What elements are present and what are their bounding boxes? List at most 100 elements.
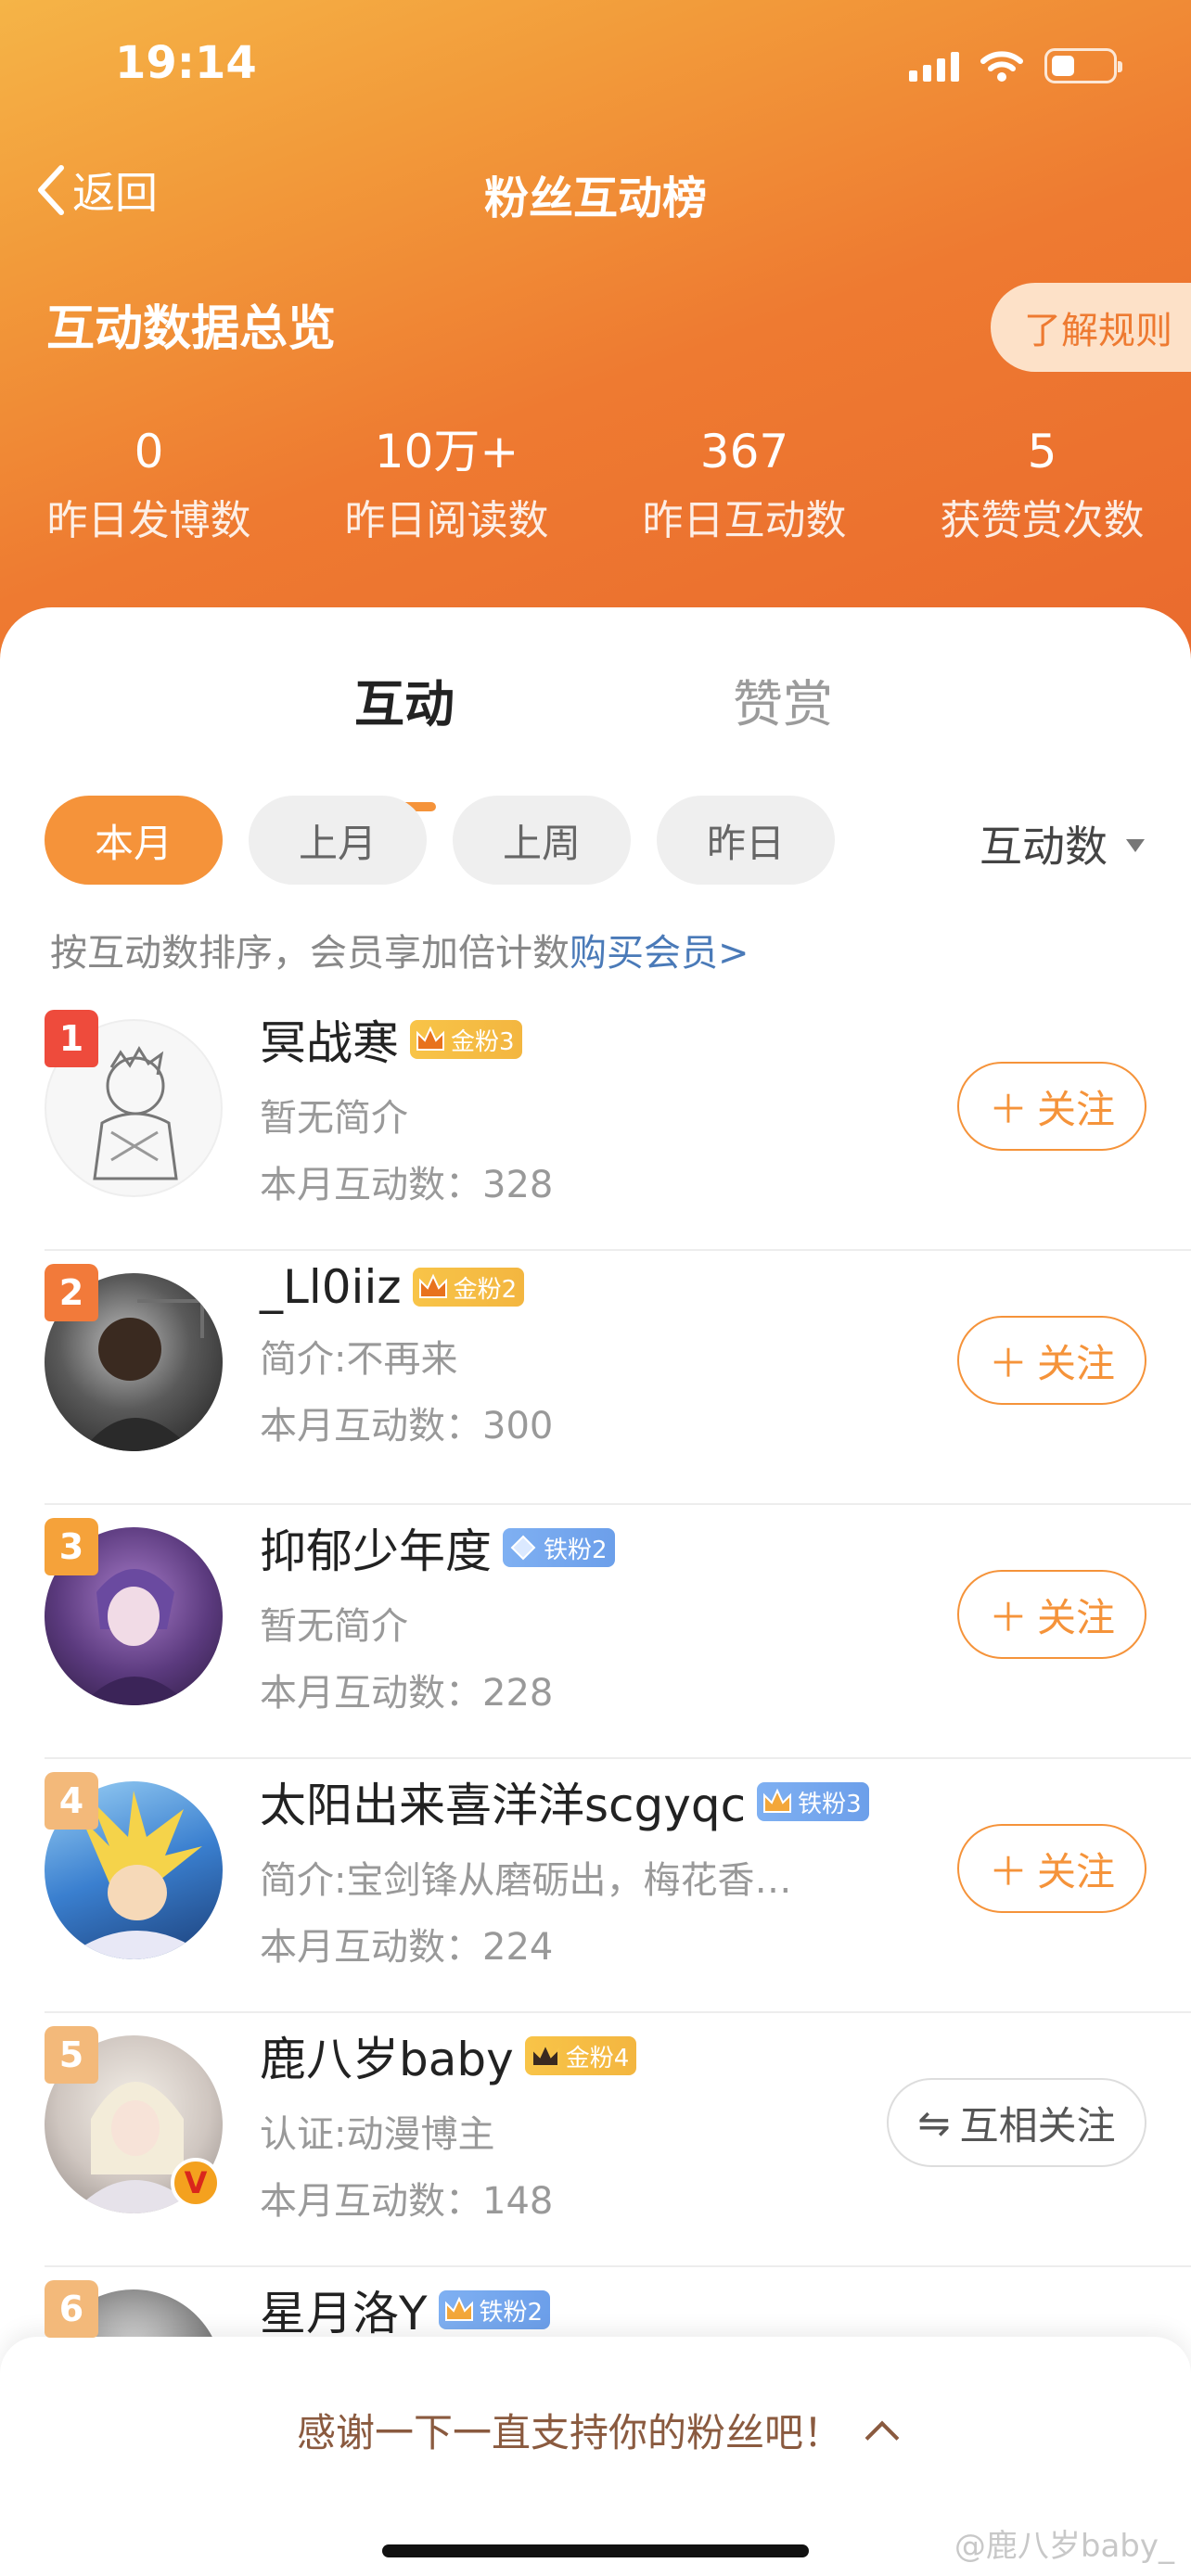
- mutual-follow-button[interactable]: ⇋ 互相关注: [887, 2078, 1146, 2167]
- thanks-prompt[interactable]: 感谢一下一直支持你的粉丝吧！: [0, 2402, 1191, 2458]
- fan-level-badge: 金粉4: [524, 2036, 637, 2075]
- follow-button[interactable]: ＋ 关注: [957, 1824, 1146, 1913]
- crown-icon: [416, 1270, 450, 1304]
- sort-dropdown[interactable]: 互动数: [980, 813, 1145, 874]
- rank-badge: 3: [45, 1518, 98, 1575]
- tab-interaction[interactable]: 互动: [354, 663, 455, 736]
- fan-desc: 暂无简介: [260, 1097, 408, 1140]
- stat-label: 昨日阅读数: [344, 497, 549, 544]
- filter-yesterday[interactable]: 昨日: [657, 796, 835, 885]
- stats-row: 0 昨日发博数 10万+ 昨日阅读数 367 昨日互动数 5 获赞赏次数: [0, 422, 1191, 546]
- fan-info: 星月洛Y 铁粉2: [260, 2276, 551, 2343]
- stat-label: 昨日互动数: [642, 497, 847, 544]
- chevron-up-icon: [864, 2420, 900, 2455]
- follow-label: 关注: [1037, 1086, 1116, 1132]
- fan-count: 本月互动数：228: [260, 1672, 554, 1715]
- fan-level-badge: 铁粉2: [503, 1528, 615, 1567]
- swap-arrows-icon: ⇋: [917, 2099, 951, 2146]
- fan-list: 1 冥战寒 金粉3 暂无简介 本月互动数：328 ＋ 关注 2 _Ll0iiz …: [0, 997, 1191, 2521]
- stat-rewards: 5 获赞赏次数: [893, 422, 1191, 546]
- fan-name[interactable]: _Ll0iiz: [260, 1260, 402, 1314]
- page-title: 粉丝互动榜: [483, 172, 707, 224]
- follow-label: 关注: [1037, 1848, 1116, 1894]
- status-time: 19:14: [115, 37, 257, 89]
- filter-this-month[interactable]: 本月: [45, 796, 223, 885]
- diamond-icon: [506, 1531, 540, 1564]
- fan-level-badge: 铁粉3: [757, 1782, 869, 1821]
- plus-icon: ＋: [988, 1848, 1028, 1894]
- fan-desc: 认证:动漫博主: [260, 2113, 495, 2156]
- content-card: 互动 赞赏 本月 上月 上周 昨日 互动数 按互动数排序，会员享加倍计数购买会员…: [0, 607, 1191, 2576]
- fan-name[interactable]: 鹿八岁baby: [260, 2022, 514, 2089]
- tab-reward[interactable]: 赞赏: [733, 663, 833, 736]
- fan-level-badge: 金粉2: [412, 1268, 525, 1307]
- follow-button[interactable]: ＋ 关注: [957, 1062, 1146, 1151]
- watermark: @鹿八岁baby_: [954, 2528, 1174, 2565]
- thanks-text: 感谢一下一直支持你的粉丝吧！: [296, 2410, 842, 2455]
- hint-text: 按互动数排序，会员享加倍计数: [50, 932, 570, 975]
- badge-label: 铁粉3: [798, 1790, 862, 1818]
- fan-info: _Ll0iiz 金粉2 简介:不再来 本月互动数：300: [260, 1260, 553, 1449]
- fan-level-badge: 铁粉2: [438, 2290, 551, 2329]
- rank-badge: 6: [45, 2280, 98, 2338]
- fan-desc: 简介:宝剑锋从磨砺出，梅花香…: [260, 1859, 792, 1902]
- battery-icon: [1044, 48, 1122, 83]
- period-filters: 本月 上月 上周 昨日: [45, 796, 835, 885]
- sort-label: 互动数: [980, 822, 1108, 872]
- fan-level-badge: 金粉3: [410, 1020, 522, 1059]
- badge-label: 铁粉2: [544, 1536, 608, 1564]
- caret-down-icon: [1126, 839, 1145, 852]
- fan-name[interactable]: 冥战寒: [260, 1006, 399, 1073]
- plus-icon: ＋: [988, 1594, 1028, 1640]
- plus-icon: ＋: [988, 1340, 1028, 1386]
- fan-info: 太阳出来喜洋洋scgyqc 铁粉3 简介:宝剑锋从磨砺出，梅花香… 本月互动数：…: [260, 1768, 869, 1970]
- list-item[interactable]: 5 V 鹿八岁baby 金粉4 认证:动漫博主 本月互动数：148 ⇋ 互相关注: [45, 2013, 1191, 2267]
- fan-info: 鹿八岁baby 金粉4 认证:动漫博主 本月互动数：148: [260, 2022, 637, 2225]
- fan-info: 抑郁少年度 铁粉2 暂无简介 本月互动数：228: [260, 1514, 615, 1716]
- stat-label: 昨日发博数: [46, 497, 251, 544]
- signal-icon: [909, 50, 959, 82]
- fan-count: 本月互动数：148: [260, 2180, 554, 2223]
- list-item[interactable]: 4 太阳出来喜洋洋scgyqc 铁粉3 简介:宝剑锋从磨砺出，梅花香… 本月互动…: [45, 1759, 1191, 2013]
- rank-badge: 4: [45, 1772, 98, 1830]
- stat-posts: 0 昨日发博数: [0, 422, 298, 546]
- follow-label: 互相关注: [959, 2102, 1116, 2149]
- buy-membership-link[interactable]: 购买会员>: [570, 932, 749, 975]
- fan-desc: 暂无简介: [260, 1605, 408, 1648]
- plus-icon: ＋: [988, 1086, 1028, 1132]
- wifi-icon: [980, 49, 1024, 83]
- stat-value: 5: [1027, 425, 1057, 478]
- fan-name[interactable]: 太阳出来喜洋洋scgyqc: [260, 1768, 746, 1835]
- stat-label: 获赞赏次数: [940, 497, 1145, 544]
- verified-v-icon: V: [171, 2158, 221, 2208]
- follow-label: 关注: [1037, 1594, 1116, 1640]
- rank-badge: 5: [45, 2026, 98, 2084]
- stat-interactions: 367 昨日互动数: [596, 422, 893, 546]
- follow-button[interactable]: ＋ 关注: [957, 1570, 1146, 1659]
- fan-count: 本月互动数：224: [260, 1926, 554, 1969]
- list-item[interactable]: 1 冥战寒 金粉3 暂无简介 本月互动数：328 ＋ 关注: [45, 997, 1191, 1251]
- status-bar: 19:14: [0, 0, 1191, 130]
- home-indicator[interactable]: [382, 2544, 809, 2557]
- badge-label: 金粉4: [565, 2044, 630, 2072]
- fan-name[interactable]: 抑郁少年度: [260, 1514, 492, 1581]
- fan-name[interactable]: 星月洛Y: [260, 2276, 428, 2343]
- rank-badge: 2: [45, 1264, 98, 1321]
- crown-icon: [761, 1785, 794, 1818]
- stat-reads: 10万+ 昨日阅读数: [298, 422, 596, 546]
- list-item[interactable]: 3 抑郁少年度 铁粉2 暂无简介 本月互动数：228 ＋ 关注: [45, 1505, 1191, 1759]
- stat-value: 10万+: [374, 425, 519, 478]
- follow-button[interactable]: ＋ 关注: [957, 1316, 1146, 1405]
- badge-label: 铁粉2: [479, 2298, 544, 2327]
- filter-last-week[interactable]: 上周: [453, 796, 631, 885]
- fan-info: 冥战寒 金粉3 暂无简介 本月互动数：328: [260, 1006, 553, 1208]
- nav-bar: 返回 粉丝互动榜: [0, 158, 1191, 232]
- header-background: 19:14 返回 粉丝互动榜 互动数据总览 了解规则 0 昨日发博数 10万+ …: [0, 0, 1191, 668]
- badge-label: 金粉3: [451, 1027, 515, 1056]
- list-item[interactable]: 2 _Ll0iiz 金粉2 简介:不再来 本月互动数：300 ＋ 关注: [45, 1251, 1191, 1505]
- stat-value: 0: [134, 425, 164, 478]
- rules-button[interactable]: 了解规则: [991, 283, 1191, 372]
- filter-last-month[interactable]: 上月: [249, 796, 427, 885]
- status-icons: [909, 48, 1122, 83]
- tab-bar: 互动 赞赏: [0, 663, 1191, 811]
